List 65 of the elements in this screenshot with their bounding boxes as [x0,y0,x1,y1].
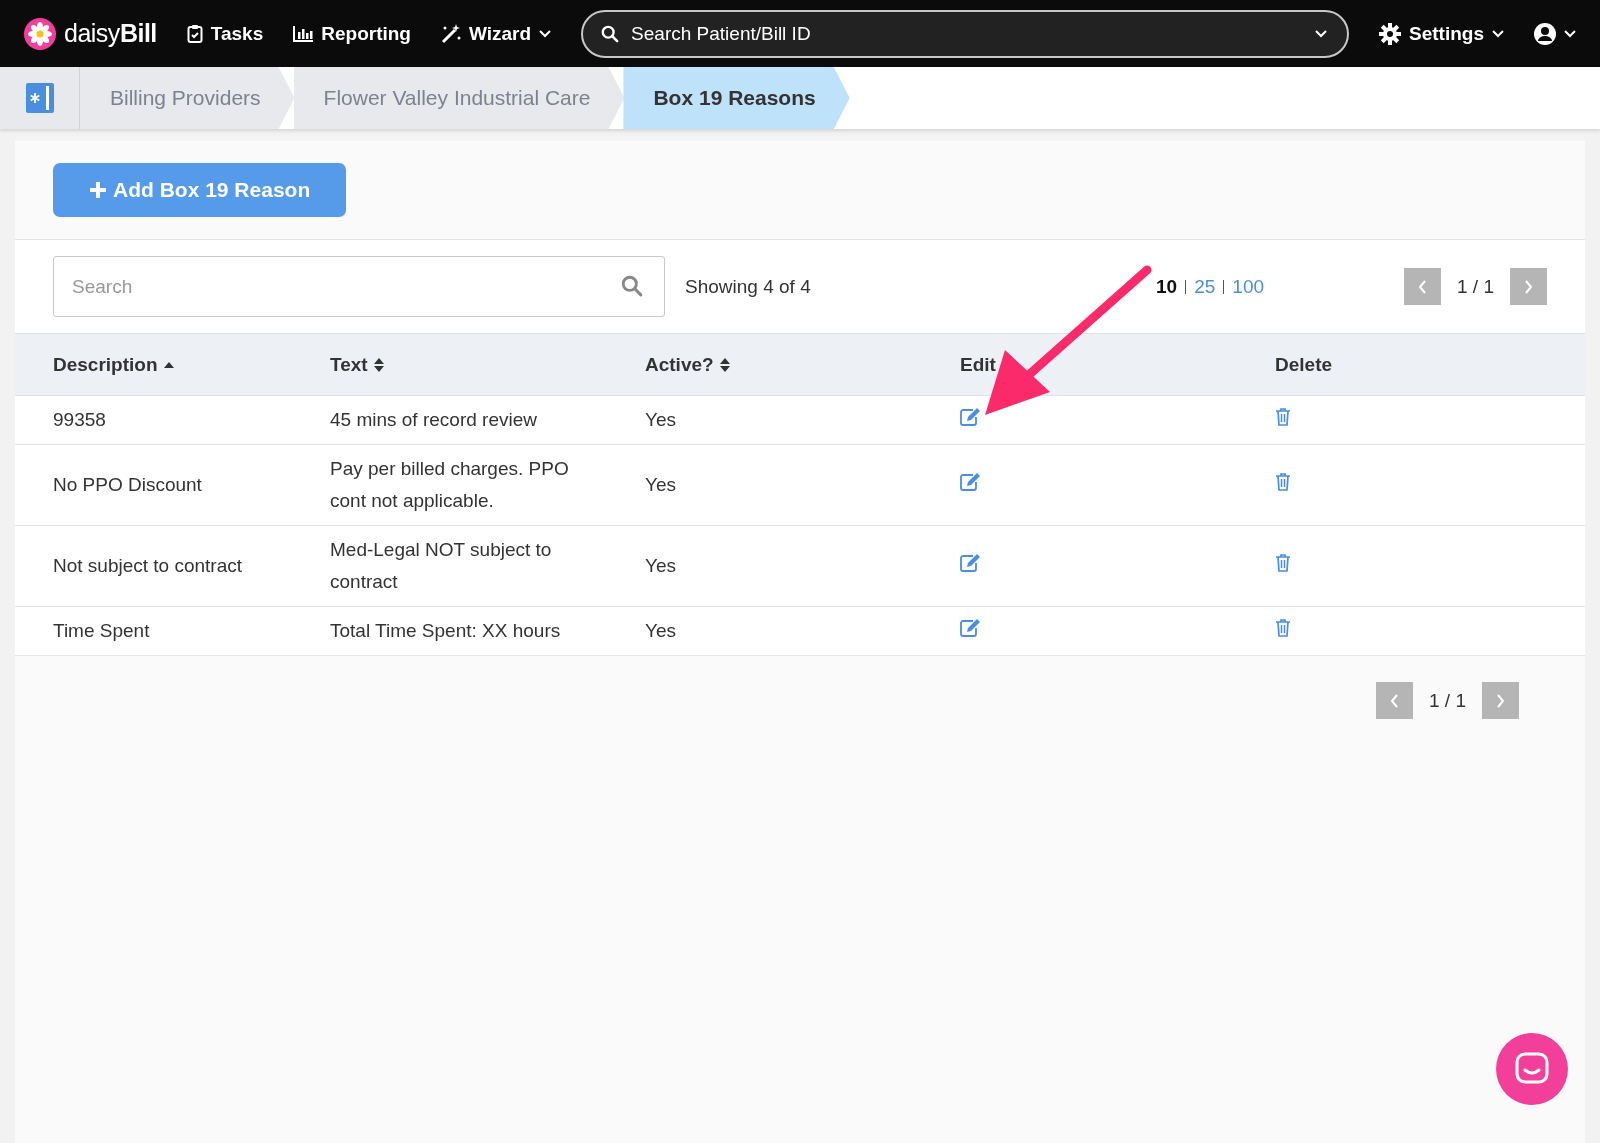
table-cell: Time Spent [15,606,292,656]
trash-icon [1275,472,1291,491]
bar-chart-icon [293,25,314,42]
caret-icon [1564,29,1576,38]
table-cell: Med-Legal NOT subject to contract [292,525,607,607]
brand-name: daisyBill [64,19,157,48]
edit-icon [960,618,981,637]
plus-icon [89,181,107,199]
caret-icon [1315,29,1328,38]
delete-button[interactable] [1275,472,1291,491]
nav-link[interactable]: Tasks [186,22,264,45]
table-cell: Yes [607,444,922,526]
edit-icon [960,407,981,426]
settings-icon [1379,22,1402,45]
edit-icon [960,472,981,491]
delete-button[interactable] [1275,618,1291,637]
column-header: Delete [1237,333,1585,396]
settings-menu[interactable]: Settings [1379,22,1504,45]
delete-button[interactable] [1275,407,1291,426]
edit-button[interactable] [960,618,981,637]
chevron-left-icon [1390,693,1399,708]
magic-wand-icon [440,23,461,44]
nav-link[interactable]: Wizard [440,22,552,45]
breadcrumb-item[interactable]: Box 19 Reasons [623,67,850,129]
table-cell: Yes [607,606,922,656]
chevron-right-icon [1496,693,1505,708]
table-cell: 99358 [15,395,292,445]
search-field[interactable]: Search [53,256,665,317]
table-cell: Not subject to contract [15,525,292,607]
home-crumb[interactable] [0,67,80,129]
table-cell: Total Time Spent: XX hours [292,606,607,656]
column-header[interactable]: Text [292,333,607,396]
trash-icon [1275,407,1291,426]
edit-button[interactable] [960,407,981,426]
results-count: Showing 4 of 4 [685,275,811,298]
table-cell: 45 mins of record review [292,395,607,445]
patient-search-field[interactable]: Search Patient/Bill ID [581,9,1350,58]
chevron-right-icon [1524,279,1533,294]
flower-logo-icon [24,17,56,50]
trash-icon [1275,618,1291,637]
edit-button[interactable] [960,553,981,572]
user-avatar-icon [1534,22,1556,45]
edit-icon [960,553,981,572]
caret-icon [1492,29,1504,38]
page-size-link[interactable]: 10 [1156,275,1178,298]
column-header: Edit [922,333,1237,396]
table-cell: Yes [607,525,922,607]
document-icon [25,83,54,113]
delete-button[interactable] [1275,553,1291,572]
search-icon [601,24,620,43]
column-header[interactable]: Active? [607,333,922,396]
table-cell: No PPO Discount [15,444,292,526]
page-indicator: 1 / 1 [1457,275,1494,298]
chevron-left-icon [1418,279,1427,294]
clipboard-check-icon [186,24,203,43]
account-menu[interactable] [1534,22,1576,45]
page-indicator: 1 / 1 [1429,689,1466,712]
trash-icon [1275,553,1291,572]
edit-button[interactable] [960,472,981,491]
table-cell: Pay per billed charges. PPO cont not applicable. [292,444,607,526]
column-header[interactable]: Description [15,333,292,396]
nav-link[interactable]: Reporting [293,22,411,45]
table-cell: Yes [607,395,922,445]
search-icon [621,275,643,297]
chat-icon [1515,1052,1549,1086]
